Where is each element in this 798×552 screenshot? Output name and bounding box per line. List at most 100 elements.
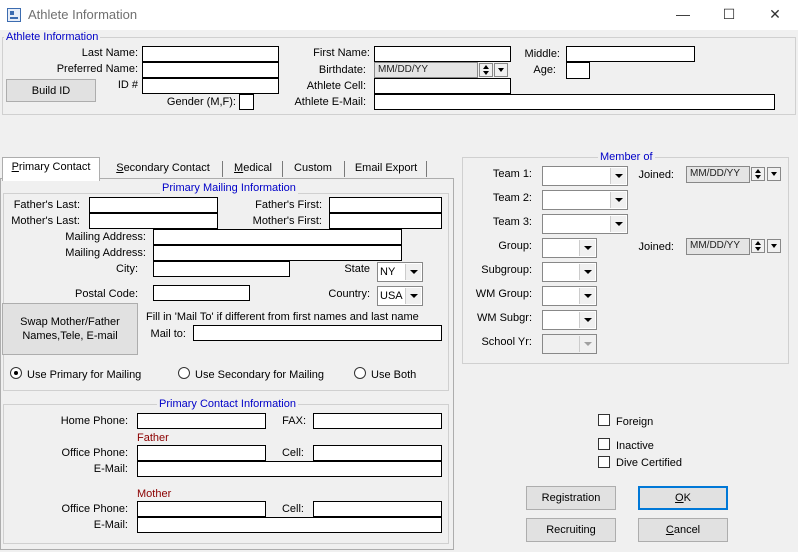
fathers-first-input[interactable] — [329, 197, 442, 213]
group-joined-date-field[interactable]: MM/DD/YY — [686, 238, 750, 255]
tab-primary-contact[interactable]: Primary Contact — [2, 157, 100, 181]
state-select[interactable]: NY — [377, 262, 423, 282]
chevron-down-icon — [579, 312, 595, 328]
athlete-email-input[interactable] — [374, 94, 775, 110]
postal-code-label: Postal Code: — [75, 288, 138, 300]
id-label: ID # — [117, 79, 138, 91]
team2-label: Team 2: — [492, 192, 532, 204]
country-select[interactable]: USA — [377, 286, 423, 306]
school-yr-select[interactable] — [542, 334, 597, 354]
age-input[interactable] — [566, 62, 590, 79]
mailing-address-label: Mailing Address: — [65, 231, 146, 243]
wm-group-select[interactable] — [542, 286, 597, 306]
primary-mailing-legend: Primary Mailing Information — [160, 182, 298, 194]
chevron-down-icon — [405, 264, 421, 280]
team1-select[interactable] — [542, 166, 628, 186]
tab-separator — [282, 161, 283, 177]
father-office-phone-label: Office Phone: — [61, 447, 128, 459]
country-select-value: USA — [380, 290, 403, 302]
tab-secondary-contact-post: econdary Contact — [123, 162, 210, 174]
member-of-group — [462, 157, 789, 364]
father-email-input[interactable] — [137, 461, 442, 477]
father-cell-label: Cell: — [281, 447, 304, 459]
group-label: Group: — [498, 240, 532, 252]
athlete-cell-input[interactable] — [374, 78, 511, 94]
minimize-button[interactable]: — — [660, 0, 706, 30]
cancel-button-label: Cancel — [639, 519, 727, 541]
close-button[interactable]: ✕ — [752, 0, 798, 30]
team3-select[interactable] — [542, 214, 628, 234]
mothers-first-input[interactable] — [329, 213, 442, 229]
tab-separator — [344, 161, 345, 177]
mother-email-input[interactable] — [137, 517, 442, 533]
home-phone-input[interactable] — [137, 413, 266, 429]
tab-primary-contact-accel: P — [11, 161, 19, 173]
fax-input[interactable] — [313, 413, 442, 429]
postal-code-input[interactable] — [153, 285, 250, 301]
inactive-checkbox[interactable] — [598, 438, 610, 450]
use-both-label: Use Both — [371, 369, 417, 381]
id-input[interactable] — [142, 78, 279, 94]
wm-subgr-select[interactable] — [542, 310, 597, 330]
country-label: Country: — [328, 288, 370, 300]
mailing-address-2-label: Mailing Address: — [65, 247, 146, 259]
build-id-button[interactable]: Build ID — [6, 79, 96, 102]
mother-cell-label: Cell: — [281, 503, 304, 515]
chevron-down-icon — [610, 192, 626, 208]
use-primary-radio[interactable] — [10, 367, 22, 379]
swap-mother-father-button[interactable]: Swap Mother/Father Names,Tele, E-mail — [2, 303, 138, 355]
athlete-info-legend: Athlete Information — [4, 31, 101, 43]
tab-email-export[interactable]: Email Export — [350, 159, 422, 181]
group-joined-dropdown[interactable] — [767, 239, 781, 253]
first-name-input[interactable] — [374, 46, 511, 62]
birthdate-spinner[interactable] — [479, 63, 493, 77]
mail-to-input[interactable] — [193, 325, 442, 341]
tab-custom[interactable]: Custom — [288, 159, 338, 181]
athlete-email-label: Athlete E-Mail: — [294, 96, 366, 108]
ok-button[interactable]: OK — [638, 486, 728, 510]
window-title: Athlete Information — [28, 7, 138, 22]
birthdate-field[interactable]: MM/DD/YY — [374, 62, 478, 78]
mailing-address-input[interactable] — [153, 229, 402, 245]
birthdate-dropdown[interactable] — [494, 63, 508, 77]
team1-label: Team 1: — [492, 168, 532, 180]
fathers-last-label: Father's Last: — [13, 199, 80, 211]
foreign-label: Foreign — [616, 416, 654, 428]
mailing-address-2-input[interactable] — [153, 245, 402, 261]
preferred-name-input[interactable] — [142, 62, 279, 78]
tab-secondary-contact[interactable]: Secondary Contact — [110, 159, 216, 181]
group-joined-spinner[interactable] — [751, 239, 765, 253]
use-both-radio[interactable] — [354, 367, 366, 379]
recruiting-button-label: Recruiting — [546, 524, 596, 536]
tab-custom-label: Custom — [294, 162, 332, 174]
middle-input[interactable] — [566, 46, 695, 62]
registration-button[interactable]: Registration — [526, 486, 616, 510]
last-name-input[interactable] — [142, 46, 279, 62]
mother-office-phone-input[interactable] — [137, 501, 266, 517]
gender-input[interactable] — [239, 94, 254, 110]
mothers-last-input[interactable] — [89, 213, 218, 229]
group-select[interactable] — [542, 238, 597, 258]
recruiting-button[interactable]: Recruiting — [526, 518, 616, 542]
team-joined-dropdown[interactable] — [767, 167, 781, 181]
subgroup-select[interactable] — [542, 262, 597, 282]
fathers-last-input[interactable] — [89, 197, 218, 213]
use-secondary-radio[interactable] — [178, 367, 190, 379]
mother-heading: Mother — [137, 488, 172, 500]
inactive-label: Inactive — [616, 440, 654, 452]
father-office-phone-input[interactable] — [137, 445, 266, 461]
mail-to-label: Mail to: — [150, 328, 186, 340]
father-cell-input[interactable] — [313, 445, 442, 461]
chevron-down-icon — [610, 168, 626, 184]
maximize-button[interactable]: ☐ — [706, 0, 752, 30]
team2-select[interactable] — [542, 190, 628, 210]
foreign-checkbox[interactable] — [598, 414, 610, 426]
team-joined-spinner[interactable] — [751, 167, 765, 181]
dive-certified-checkbox[interactable] — [598, 456, 610, 468]
tab-medical[interactable]: Medical — [228, 159, 278, 181]
cancel-button[interactable]: Cancel — [638, 518, 728, 542]
first-name-label: First Name: — [313, 47, 370, 59]
team-joined-date-field[interactable]: MM/DD/YY — [686, 166, 750, 183]
city-input[interactable] — [153, 261, 290, 277]
mother-cell-input[interactable] — [313, 501, 442, 517]
